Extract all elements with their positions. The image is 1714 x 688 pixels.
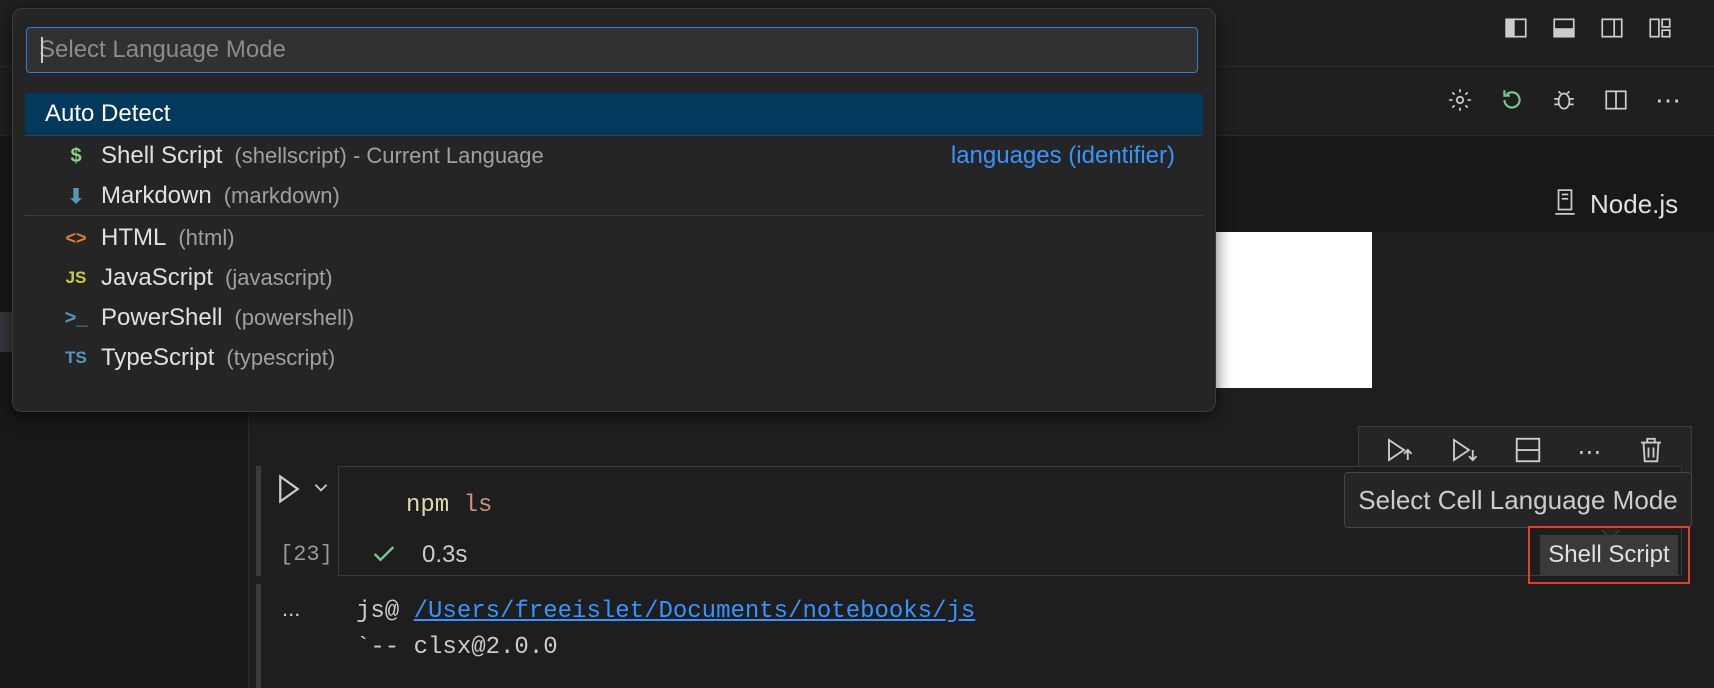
split-editor-icon[interactable] — [1600, 84, 1632, 116]
server-icon — [1552, 188, 1578, 221]
item-label: Auto Detect — [45, 100, 171, 127]
execution-duration: 0.3s — [422, 541, 468, 568]
code-argument: ls — [463, 492, 493, 519]
markdown-icon: ⬇ — [67, 185, 85, 208]
item-label: Shell Script — [101, 142, 223, 169]
trash-icon[interactable] — [1636, 435, 1666, 470]
execute-below-icon[interactable] — [1449, 435, 1479, 470]
kernel-label: Node.js — [1590, 189, 1679, 219]
quick-pick-item-javascript[interactable]: JS JavaScript (javascript) — [25, 257, 1203, 299]
more-actions-icon[interactable]: ⋯ — [1652, 84, 1684, 116]
separator — [25, 215, 1203, 216]
item-label: Markdown — [101, 182, 212, 209]
dollar-icon: $ — [70, 144, 82, 167]
layout-controls — [1500, 12, 1676, 44]
item-label: HTML — [101, 224, 167, 251]
toggle-panel-icon[interactable] — [1548, 12, 1580, 44]
tooltip: Select Cell Language Mode — [1344, 472, 1692, 528]
item-description: (javascript) — [225, 265, 333, 290]
quick-pick-item-typescript[interactable]: TS TypeScript (typescript) — [25, 337, 1203, 379]
powershell-icon: >_ — [64, 306, 88, 329]
code-command: npm — [406, 492, 450, 519]
output-line-2: `-- clsx@2.0.0 — [356, 634, 558, 661]
execute-above-icon[interactable] — [1384, 435, 1414, 470]
quick-pick-item-auto-detect[interactable]: Auto Detect — [25, 93, 1203, 135]
sidebar-selected-item[interactable] — [0, 312, 12, 352]
output-line-1: js@ /Users/freeislet/Documents/notebooks… — [356, 598, 975, 625]
item-detail: languages (identifier) — [950, 142, 1175, 169]
typescript-icon: TS — [65, 348, 87, 367]
item-description: (shellscript) - Current Language — [234, 143, 544, 168]
editor-actions: ⋯ — [1444, 84, 1684, 116]
item-label: PowerShell — [101, 304, 223, 331]
language-quick-pick: Auto Detect $ Shell Script (shellscript)… — [12, 8, 1216, 412]
kernel-picker[interactable]: Node.js — [1552, 188, 1678, 221]
split-cell-icon[interactable] — [1513, 435, 1543, 470]
item-description: (typescript) — [226, 345, 336, 370]
execution-count: [23] — [280, 542, 333, 567]
run-cell-icon[interactable] — [276, 474, 302, 509]
output-path-link[interactable]: /Users/freeislet/Documents/notebooks/js — [414, 598, 976, 625]
toggle-primary-sidebar-icon[interactable] — [1500, 12, 1532, 44]
quick-pick-item-shell-script[interactable]: $ Shell Script (shellscript) - Current L… — [25, 135, 1203, 177]
more-icon[interactable]: ⋯ — [1577, 438, 1601, 467]
check-icon — [370, 540, 398, 573]
language-search-input[interactable] — [26, 27, 1198, 73]
customize-layout-icon[interactable] — [1644, 12, 1676, 44]
text-caret — [41, 37, 43, 63]
quick-pick-item-html[interactable]: <> HTML (html) — [25, 217, 1203, 259]
cell-language-highlight: Shell Script — [1528, 526, 1690, 584]
chevron-down-icon[interactable] — [312, 478, 330, 501]
item-label: JavaScript — [101, 264, 214, 291]
html-icon: <> — [65, 227, 87, 248]
debug-icon[interactable] — [1548, 84, 1580, 116]
output-more[interactable]: ... — [282, 596, 300, 622]
image-output — [1200, 232, 1372, 388]
code-line: npm ls — [406, 492, 492, 519]
item-label: TypeScript — [101, 344, 215, 371]
output-prefix: js@ — [356, 598, 400, 625]
item-description: (html) — [178, 225, 235, 250]
javascript-icon: JS — [65, 268, 87, 287]
gear-icon[interactable] — [1444, 84, 1476, 116]
cell-focus-bar — [256, 466, 261, 576]
cell-language-button[interactable]: Shell Script — [1540, 535, 1678, 575]
restart-icon[interactable] — [1496, 84, 1528, 116]
item-description: (markdown) — [223, 183, 340, 208]
output-bar — [256, 584, 261, 688]
quick-pick-item-powershell[interactable]: >_ PowerShell (powershell) — [25, 297, 1203, 339]
toggle-secondary-sidebar-icon[interactable] — [1596, 12, 1628, 44]
item-description: (powershell) — [234, 305, 355, 330]
quick-pick-item-markdown[interactable]: ⬇ Markdown (markdown) — [25, 175, 1203, 217]
